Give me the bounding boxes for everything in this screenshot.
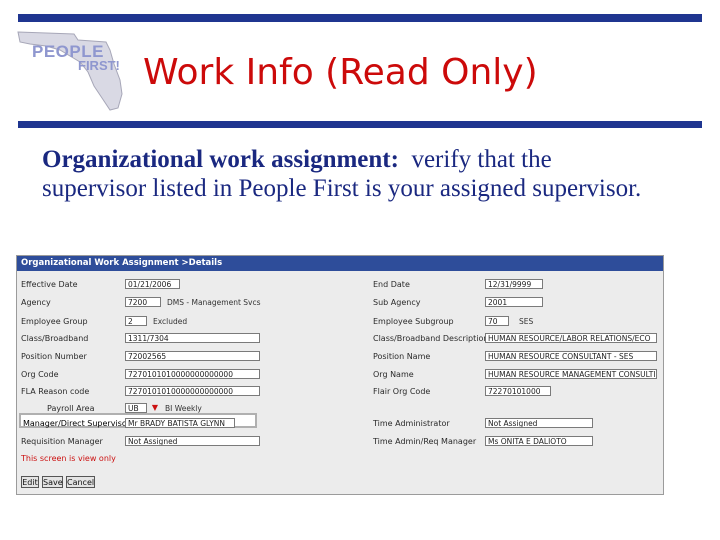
divider-bar	[18, 121, 702, 128]
label-org-name: Org Name	[373, 370, 414, 379]
label-time-administrator: Time Administrator	[373, 419, 450, 428]
agency-description: DMS - Management Svcs	[167, 298, 261, 307]
time-administrator-field[interactable]: Not Assigned	[485, 418, 593, 428]
end-date-field[interactable]: 12/31/9999	[485, 279, 543, 289]
employee-subgroup-field[interactable]: 70	[485, 316, 509, 326]
payroll-area-description: BI Weekly	[165, 404, 202, 413]
logo-text-first: FIRST!	[78, 58, 120, 73]
label-manager-direct-supervisor: Manager/Direct Supervisor	[23, 419, 131, 428]
manager-direct-supervisor-field[interactable]: Mr BRADY BATISTA GLYNN	[125, 418, 235, 428]
embedded-screenshot: Organizational Work Assignment >Details …	[16, 255, 664, 495]
flair-org-code-field[interactable]: 72270101000	[485, 386, 551, 396]
org-code-field[interactable]: 7270101010000000000000	[125, 369, 260, 379]
org-name-field[interactable]: HUMAN RESOURCE MANAGEMENT CONSULTING	[485, 369, 657, 379]
payroll-area-value: UB	[128, 404, 139, 413]
sub-agency-field[interactable]: 2001	[485, 297, 543, 307]
label-employee-group: Employee Group	[21, 317, 88, 326]
payroll-area-dropdown[interactable]: UB ▼	[125, 403, 158, 413]
position-name-field[interactable]: HUMAN RESOURCE CONSULTANT - SES	[485, 351, 657, 361]
label-effective-date: Effective Date	[21, 280, 78, 289]
read-only-notice: This screen is view only	[21, 454, 116, 463]
time-admin-req-manager-field[interactable]: Ms ONITA E DALIOTO	[485, 436, 593, 446]
employee-subgroup-description: SES	[519, 317, 534, 326]
position-number-field[interactable]: 72002565	[125, 351, 260, 361]
label-payroll-area: Payroll Area	[47, 404, 95, 413]
label-employee-subgroup: Employee Subgroup	[373, 317, 454, 326]
label-position-name: Position Name	[373, 352, 431, 361]
class-broadband-description-field[interactable]: HUMAN RESOURCE/LABOR RELATIONS/ECO	[485, 333, 657, 343]
people-first-logo: PEOPLE FIRST!	[16, 28, 128, 114]
edit-button[interactable]: Edit	[21, 476, 39, 488]
label-org-code: Org Code	[21, 370, 59, 379]
employee-group-field[interactable]: 2	[125, 316, 147, 326]
employee-group-description: Excluded	[153, 317, 188, 326]
agency-field[interactable]: 7200	[125, 297, 161, 307]
panel-header: Organizational Work Assignment >Details	[17, 256, 663, 271]
label-flair-org-code: Flair Org Code	[373, 387, 431, 396]
label-time-admin-req-manager: Time Admin/Req Manager	[373, 437, 477, 446]
requisition-manager-field[interactable]: Not Assigned	[125, 436, 260, 446]
slide-title: Work Info (Read Only)	[143, 52, 538, 93]
label-end-date: End Date	[373, 280, 410, 289]
fla-reason-code-field[interactable]: 7270101010000000000000	[125, 386, 260, 396]
label-fla-reason-code: FLA Reason code	[21, 387, 90, 396]
top-accent-bar	[18, 14, 702, 22]
label-sub-agency: Sub Agency	[373, 298, 421, 307]
label-requisition-manager: Requisition Manager	[21, 437, 103, 446]
class-broadband-field[interactable]: 1311/7304	[125, 333, 260, 343]
effective-date-field[interactable]: 01/21/2006	[125, 279, 180, 289]
save-button[interactable]: Save	[42, 476, 63, 488]
cancel-button[interactable]: Cancel	[66, 476, 95, 488]
label-class-broadband: Class/Broadband	[21, 334, 89, 343]
slide-heading: Organizational work assignment:	[42, 146, 399, 173]
label-position-number: Position Number	[21, 352, 87, 361]
label-class-broadband-description: Class/Broadband Description	[373, 334, 489, 343]
dropdown-arrow-icon: ▼	[151, 403, 158, 412]
panel-header-title: Organizational Work Assignment >Details	[21, 258, 223, 268]
label-agency: Agency	[21, 298, 51, 307]
slide-body: Organizational work assignment: verify t…	[42, 145, 662, 203]
